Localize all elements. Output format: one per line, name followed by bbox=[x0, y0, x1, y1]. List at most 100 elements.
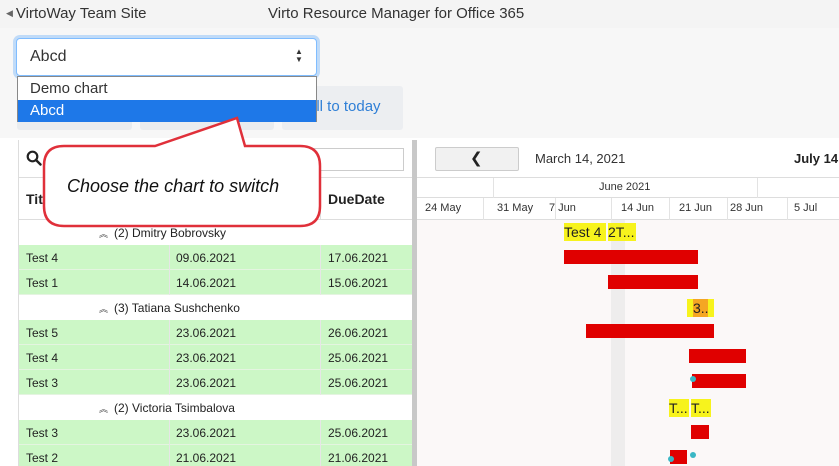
cell-separator bbox=[169, 270, 170, 295]
task-due: 15.06.2021 bbox=[328, 276, 389, 290]
chart-select[interactable]: Abcd ▲ ▼ bbox=[16, 38, 317, 76]
cell-separator bbox=[169, 245, 170, 270]
week-label: 14 Jun bbox=[621, 202, 655, 214]
group-name: (2) Dmitry Bobrovsky bbox=[114, 226, 227, 240]
task-due: 21.06.2021 bbox=[328, 451, 389, 465]
group-label: ︽ (2) Victoria Tsimbalova bbox=[99, 401, 235, 415]
task-start: 14.06.2021 bbox=[176, 276, 237, 290]
table-row[interactable]: Test 3 23.06.2021 25.06.2021 bbox=[19, 370, 413, 395]
column-header-duedate[interactable]: DueDate bbox=[328, 191, 385, 207]
week-label: 5 Jul bbox=[794, 202, 818, 214]
cell-separator bbox=[320, 320, 321, 345]
group-row[interactable]: ︽ (2) Dmitry Bobrovsky bbox=[19, 220, 413, 245]
cell-separator bbox=[320, 245, 321, 270]
task-due: 17.06.2021 bbox=[328, 251, 389, 265]
collapse-icon[interactable]: ︽ bbox=[99, 227, 108, 240]
cell-separator bbox=[169, 345, 170, 370]
gantt-bar[interactable] bbox=[608, 275, 698, 289]
progress-marker bbox=[690, 452, 696, 458]
scroll-to-today-label: oll to today bbox=[308, 98, 381, 115]
cell-separator bbox=[320, 270, 321, 295]
cell-separator bbox=[169, 320, 170, 345]
group-label: ︽ (2) Dmitry Bobrovsky bbox=[99, 226, 226, 240]
week-label: 28 Jun bbox=[730, 202, 764, 214]
gantt-bar[interactable] bbox=[564, 250, 698, 264]
table-row[interactable]: Test 2 21.06.2021 21.06.2021 bbox=[19, 445, 413, 466]
cell-separator bbox=[169, 420, 170, 445]
progress-marker bbox=[690, 376, 696, 382]
gantt-bar[interactable] bbox=[586, 324, 714, 338]
week-row: 24 May 31 May 7 Jun 14 Jun 21 Jun 28 Jun 5 Jul bbox=[417, 198, 839, 220]
gridline bbox=[757, 178, 758, 198]
task-title: Test 1 bbox=[26, 276, 59, 290]
next-date-label: July 14 bbox=[794, 151, 839, 166]
column-header-title[interactable]: Titl bbox=[26, 191, 47, 207]
select-arrows-icon: ▲ ▼ bbox=[295, 47, 303, 64]
chart-select-value: Abcd bbox=[30, 48, 67, 65]
table-row[interactable]: Test 5 23.06.2021 26.06.2021 bbox=[19, 320, 413, 345]
task-start: 23.06.2021 bbox=[176, 376, 237, 390]
table-row[interactable]: Test 4 09.06.2021 17.06.2021 bbox=[19, 245, 413, 270]
gantt-nav: ❮ March 14, 2021 July 14 bbox=[417, 140, 839, 178]
task-start: 09.06.2021 bbox=[176, 251, 237, 265]
gantt-bar[interactable] bbox=[692, 374, 746, 388]
previous-button[interactable]: ❮ bbox=[435, 147, 519, 171]
chart-dropdown: Demo chart Abcd bbox=[17, 76, 317, 122]
chevron-left-icon: ❮ bbox=[470, 150, 483, 167]
cell-separator bbox=[320, 345, 321, 370]
group-row[interactable]: ︽ (2) Victoria Tsimbalova bbox=[19, 395, 413, 420]
gantt-chart: ❮ March 14, 2021 July 14 June 2021 24 Ma… bbox=[417, 140, 839, 466]
task-start: 23.06.2021 bbox=[176, 326, 237, 340]
current-date-label: March 14, 2021 bbox=[535, 151, 626, 166]
collapse-icon[interactable]: ︽ bbox=[99, 302, 108, 315]
gantt-label[interactable]: Test 4 bbox=[564, 223, 606, 241]
progress-marker bbox=[668, 456, 674, 462]
week-label: 7 Jun bbox=[549, 202, 576, 214]
group-row[interactable]: ︽ (3) Tatiana Sushchenko bbox=[19, 295, 413, 320]
task-due: 25.06.2021 bbox=[328, 426, 389, 440]
gantt-label[interactable]: 3.. bbox=[693, 299, 708, 317]
gridline bbox=[493, 178, 494, 198]
table-row[interactable]: Test 4 23.06.2021 25.06.2021 bbox=[19, 345, 413, 370]
gridline bbox=[669, 198, 670, 220]
gantt-label[interactable]: T... bbox=[691, 399, 711, 417]
search-icon[interactable] bbox=[26, 150, 42, 166]
search-input[interactable] bbox=[301, 148, 404, 171]
cell-separator bbox=[320, 420, 321, 445]
table-row[interactable]: Test 1 14.06.2021 15.06.2021 bbox=[19, 270, 413, 295]
table-row[interactable]: Test 3 23.06.2021 25.06.2021 bbox=[19, 420, 413, 445]
task-due: 26.06.2021 bbox=[328, 326, 389, 340]
cell-separator bbox=[169, 445, 170, 466]
callout-text: Choose the chart to switch bbox=[67, 176, 280, 196]
group-name: (3) Tatiana Sushchenko bbox=[114, 301, 240, 315]
group-label: ︽ (3) Tatiana Sushchenko bbox=[99, 301, 240, 315]
gantt-label[interactable]: 2T... bbox=[608, 223, 636, 241]
search-row bbox=[19, 140, 413, 178]
cell-separator bbox=[169, 370, 170, 395]
month-label: June 2021 bbox=[599, 181, 651, 193]
task-title: Test 3 bbox=[26, 376, 59, 390]
cell-separator bbox=[320, 370, 321, 395]
task-start: 23.06.2021 bbox=[176, 351, 237, 365]
chevron-left-icon: ◀ bbox=[6, 8, 13, 18]
task-title: Test 3 bbox=[26, 426, 59, 440]
gantt-bar[interactable] bbox=[689, 349, 746, 363]
task-due: 25.06.2021 bbox=[328, 351, 389, 365]
task-title: Test 5 bbox=[26, 326, 59, 340]
gantt-bar[interactable] bbox=[691, 425, 709, 439]
gantt-label-marker[interactable] bbox=[708, 299, 714, 317]
site-link[interactable]: ◀ VirtoWay Team Site bbox=[6, 5, 147, 22]
month-row: June 2021 bbox=[417, 178, 839, 198]
collapse-icon[interactable]: ︽ bbox=[99, 402, 108, 415]
task-due: 25.06.2021 bbox=[328, 376, 389, 390]
dropdown-option-demo-chart[interactable]: Demo chart bbox=[18, 78, 316, 100]
task-title: Test 4 bbox=[26, 351, 59, 365]
gridline bbox=[727, 198, 728, 220]
task-title: Test 2 bbox=[26, 451, 59, 465]
task-start: 21.06.2021 bbox=[176, 451, 237, 465]
gantt-label[interactable]: T... bbox=[669, 399, 689, 417]
column-separator bbox=[320, 178, 321, 220]
task-start: 23.06.2021 bbox=[176, 426, 237, 440]
top-bar: ◀ VirtoWay Team Site Virto Resource Mana… bbox=[0, 0, 839, 28]
dropdown-option-abcd[interactable]: Abcd bbox=[18, 100, 316, 122]
